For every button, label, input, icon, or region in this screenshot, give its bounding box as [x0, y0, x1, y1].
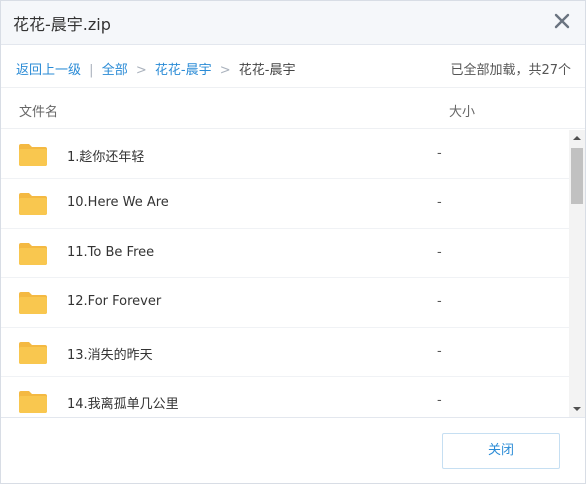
- scroll-down-arrow-icon[interactable]: [569, 401, 585, 417]
- breadcrumb-divider: |: [89, 63, 94, 78]
- column-header-size: 大小: [449, 105, 476, 120]
- file-name: 11.To Be Free: [67, 244, 155, 260]
- breadcrumb-bar: 返回上一级 | 全部 > 花花-晨宇 > 花花-晨宇 已全部加载，共27个: [1, 46, 585, 88]
- dialog-title: 花花-晨宇.zip: [13, 15, 111, 34]
- file-name: 14.我离孤单几公里: [67, 396, 179, 412]
- breadcrumb-separator: >: [135, 63, 147, 78]
- folder-icon: [19, 242, 47, 265]
- column-header: 文件名 大小: [1, 89, 585, 129]
- folder-icon: [19, 144, 47, 166]
- breadcrumb: 返回上一级 | 全部 > 花花-晨宇 > 花花-晨宇: [16, 59, 295, 78]
- file-size: -: [437, 392, 442, 408]
- list-scrollbar[interactable]: [569, 130, 585, 417]
- file-name: 1.趁你还年轻: [67, 150, 145, 165]
- file-list: 1.趁你还年轻 - 10.Here We Are - 11.To Be Free…: [1, 130, 569, 417]
- folder-icon: [19, 341, 47, 364]
- list-item[interactable]: 1.趁你还年轻 -: [1, 130, 569, 180]
- breadcrumb-item-folder[interactable]: 花花-晨宇: [155, 63, 212, 78]
- file-size: -: [437, 244, 442, 260]
- file-name: 10.Here We Are: [67, 195, 169, 211]
- list-item[interactable]: 14.我离孤单几公里 -: [1, 377, 569, 417]
- list-item[interactable]: 13.消失的昨天 -: [1, 328, 569, 377]
- folder-icon: [19, 390, 47, 413]
- zip-preview-dialog: 花花-晨宇.zip 返回上一级 | 全部 > 花花-晨宇 > 花花-晨宇 已全部…: [0, 0, 586, 484]
- file-name: 13.消失的昨天: [67, 347, 153, 363]
- scroll-up-arrow-icon[interactable]: [569, 130, 585, 146]
- close-icon[interactable]: [553, 12, 571, 30]
- close-button[interactable]: 关闭: [442, 433, 560, 469]
- list-item[interactable]: 10.Here We Are -: [1, 179, 569, 229]
- breadcrumb-separator: >: [219, 63, 231, 78]
- dialog-footer: 关闭: [1, 417, 585, 483]
- list-item[interactable]: 11.To Be Free -: [1, 229, 569, 279]
- breadcrumb-item-all[interactable]: 全部: [102, 63, 128, 78]
- scrollbar-thumb[interactable]: [571, 148, 583, 204]
- back-link[interactable]: 返回上一级: [16, 63, 81, 78]
- file-size: -: [437, 146, 442, 161]
- breadcrumb-current: 花花-晨宇: [238, 63, 296, 78]
- dialog-titlebar: 花花-晨宇.zip: [1, 1, 585, 45]
- file-size: -: [437, 195, 442, 211]
- column-header-name: 文件名: [19, 105, 59, 120]
- file-name: 12.For Forever: [67, 294, 162, 310]
- file-size: -: [437, 343, 442, 359]
- load-status: 已全部加载，共27个: [450, 63, 571, 78]
- folder-icon: [19, 292, 47, 315]
- folder-icon: [19, 193, 47, 216]
- file-size: -: [437, 294, 442, 310]
- list-item[interactable]: 12.For Forever -: [1, 278, 569, 328]
